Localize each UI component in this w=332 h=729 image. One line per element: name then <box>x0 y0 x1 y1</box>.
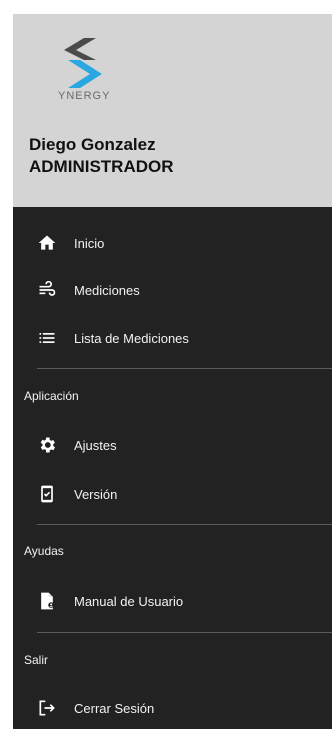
menu-item-manual-usuario[interactable]: Manual de Usuario <box>13 584 332 618</box>
divider <box>37 632 332 633</box>
gear-icon <box>40 437 55 453</box>
document-user-icon <box>41 592 55 610</box>
menu-item-version[interactable]: Versión <box>13 477 332 511</box>
divider <box>37 524 332 525</box>
wind-icon <box>39 280 56 296</box>
menu-item-label: Lista de Mediciones <box>74 330 189 346</box>
menu-item-label: Inicio <box>74 235 105 251</box>
menu-item-lista-mediciones[interactable]: Lista de Mediciones <box>13 321 332 355</box>
menu-item-mediciones[interactable]: Mediciones <box>13 273 332 307</box>
menu-item-label: Cerrar Sesión <box>74 700 155 716</box>
menu-item-label: Mediciones <box>74 282 140 298</box>
navigation-drawer: YNERGY Diego Gonzalez ADMINISTRADOR Inic… <box>13 14 332 729</box>
menu-item-ajustes[interactable]: Ajustes <box>13 428 332 462</box>
home-icon <box>38 235 56 250</box>
menu-item-cerrar-sesion[interactable]: Cerrar Sesión <box>13 691 332 725</box>
section-title-ayudas: Ayudas <box>24 544 64 558</box>
user-name: Diego Gonzalez <box>29 135 156 154</box>
logout-icon <box>39 700 55 716</box>
list-icon <box>39 333 55 343</box>
menu-item-inicio[interactable]: Inicio <box>13 226 332 260</box>
section-title-aplicacion: Aplicación <box>24 389 79 403</box>
synergy-logo-icon <box>64 38 102 88</box>
menu-item-label: Versión <box>74 486 118 502</box>
section-title-salir: Salir <box>24 653 49 667</box>
divider <box>37 368 332 369</box>
menu-item-label: Ajustes <box>74 437 117 453</box>
drawer-header: YNERGY Diego Gonzalez ADMINISTRADOR <box>13 14 332 207</box>
logo-text: YNERGY <box>58 90 111 102</box>
phone-check-icon <box>41 485 53 503</box>
menu-item-label: Manual de Usuario <box>74 593 184 609</box>
user-role: ADMINISTRADOR <box>29 157 174 176</box>
